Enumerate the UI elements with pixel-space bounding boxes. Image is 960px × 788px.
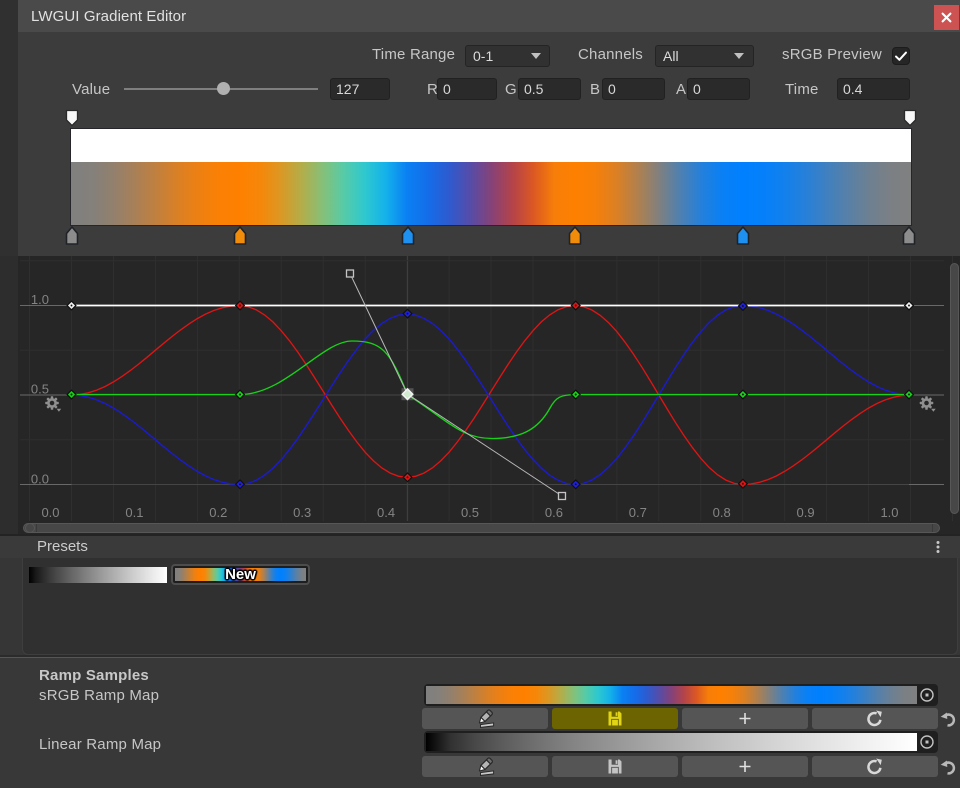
svg-text:0.2: 0.2 xyxy=(209,505,227,520)
svg-text:0.0: 0.0 xyxy=(31,472,49,487)
svg-text:0.6: 0.6 xyxy=(545,505,563,520)
svg-text:0.1: 0.1 xyxy=(125,505,143,520)
svg-text:1.0: 1.0 xyxy=(880,505,898,520)
svg-text:0.9: 0.9 xyxy=(797,505,815,520)
svg-text:1.0: 1.0 xyxy=(31,292,49,307)
svg-text:0.8: 0.8 xyxy=(713,505,731,520)
svg-text:0.4: 0.4 xyxy=(377,505,395,520)
svg-text:0.5: 0.5 xyxy=(31,381,49,396)
svg-text:0.0: 0.0 xyxy=(41,505,59,520)
svg-text:0.5: 0.5 xyxy=(461,505,479,520)
svg-text:0.3: 0.3 xyxy=(293,505,311,520)
svg-text:0.7: 0.7 xyxy=(629,505,647,520)
